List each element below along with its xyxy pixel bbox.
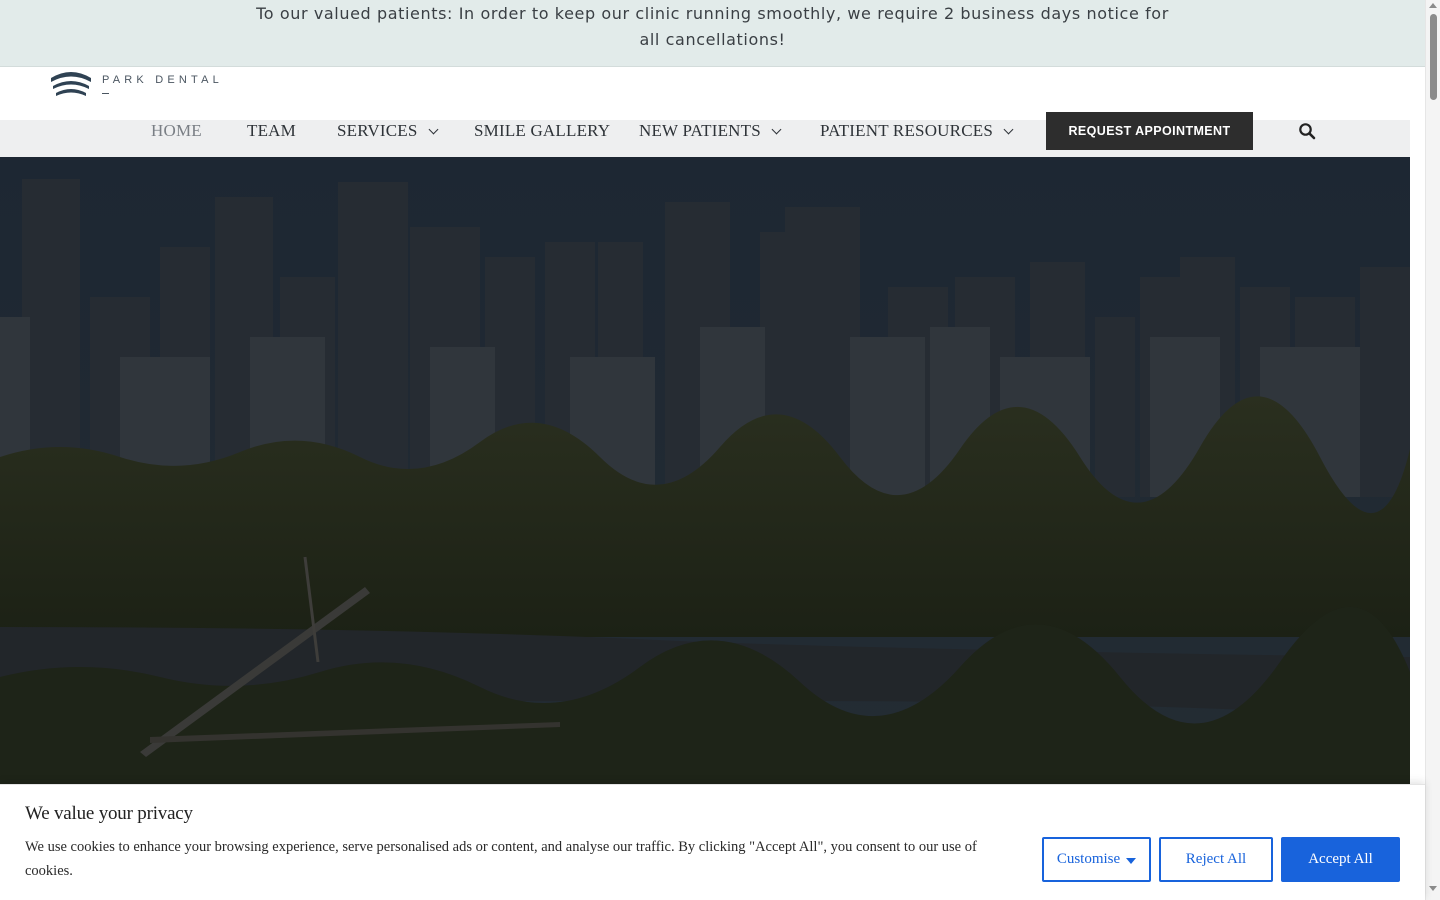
nav-label: TEAM	[247, 121, 296, 140]
brand-underline	[102, 93, 109, 94]
chevron-down-icon	[771, 124, 782, 134]
request-appointment-button[interactable]: REQUEST APPOINTMENT	[1046, 112, 1253, 150]
nav-item-patient-resources[interactable]: PATIENT RESOURCES	[820, 120, 1014, 142]
scroll-thumb[interactable]	[1430, 14, 1437, 100]
nav-item-new-patients[interactable]: NEW PATIENTS	[639, 120, 782, 142]
cookie-title: We value your privacy	[25, 803, 193, 824]
cookie-consent-banner: We value your privacy We use cookies to …	[0, 784, 1425, 900]
accept-all-button[interactable]: Accept All	[1281, 837, 1400, 882]
chevron-down-icon	[428, 124, 438, 134]
search-icon[interactable]	[1298, 122, 1316, 140]
logo-mark-icon	[51, 72, 91, 96]
cookie-description: We use cookies to enhance your browsing …	[25, 839, 977, 879]
caret-down-icon	[1126, 857, 1137, 864]
nav-label: SMILE GALLERY	[474, 121, 611, 140]
scroll-down-arrow-icon[interactable]	[1429, 886, 1437, 891]
announcement-bar: To our valued patients: In order to keep…	[0, 0, 1425, 67]
page-scrollbar[interactable]	[1425, 0, 1440, 900]
brand-name: PARK DENTAL	[102, 74, 223, 86]
announcement-text: To our valued patients: In order to keep…	[256, 4, 1169, 49]
reject-all-button[interactable]: Reject All	[1159, 837, 1273, 882]
customise-button[interactable]: Customise	[1042, 837, 1151, 882]
scroll-up-arrow-icon[interactable]	[1429, 3, 1437, 8]
nav-label: HOME	[151, 121, 202, 140]
nav-label: NEW PATIENTS	[639, 121, 761, 140]
nav-item-team[interactable]: TEAM	[247, 120, 296, 142]
nav-label: SERVICES	[337, 121, 418, 140]
nav-label: PATIENT RESOURCES	[820, 121, 993, 140]
nav-item-services[interactable]: SERVICES	[337, 120, 438, 142]
chevron-down-icon	[1003, 124, 1014, 134]
customise-label: Customise	[1056, 851, 1121, 867]
logo[interactable]: PARK DENTAL	[50, 67, 230, 99]
main-navigation: HOME TEAM SERVICES SMILE GALLERY NEW PAT…	[0, 112, 1410, 157]
nav-item-home[interactable]: HOME	[151, 120, 202, 142]
nav-item-smile-gallery[interactable]: SMILE GALLERY	[474, 120, 610, 142]
